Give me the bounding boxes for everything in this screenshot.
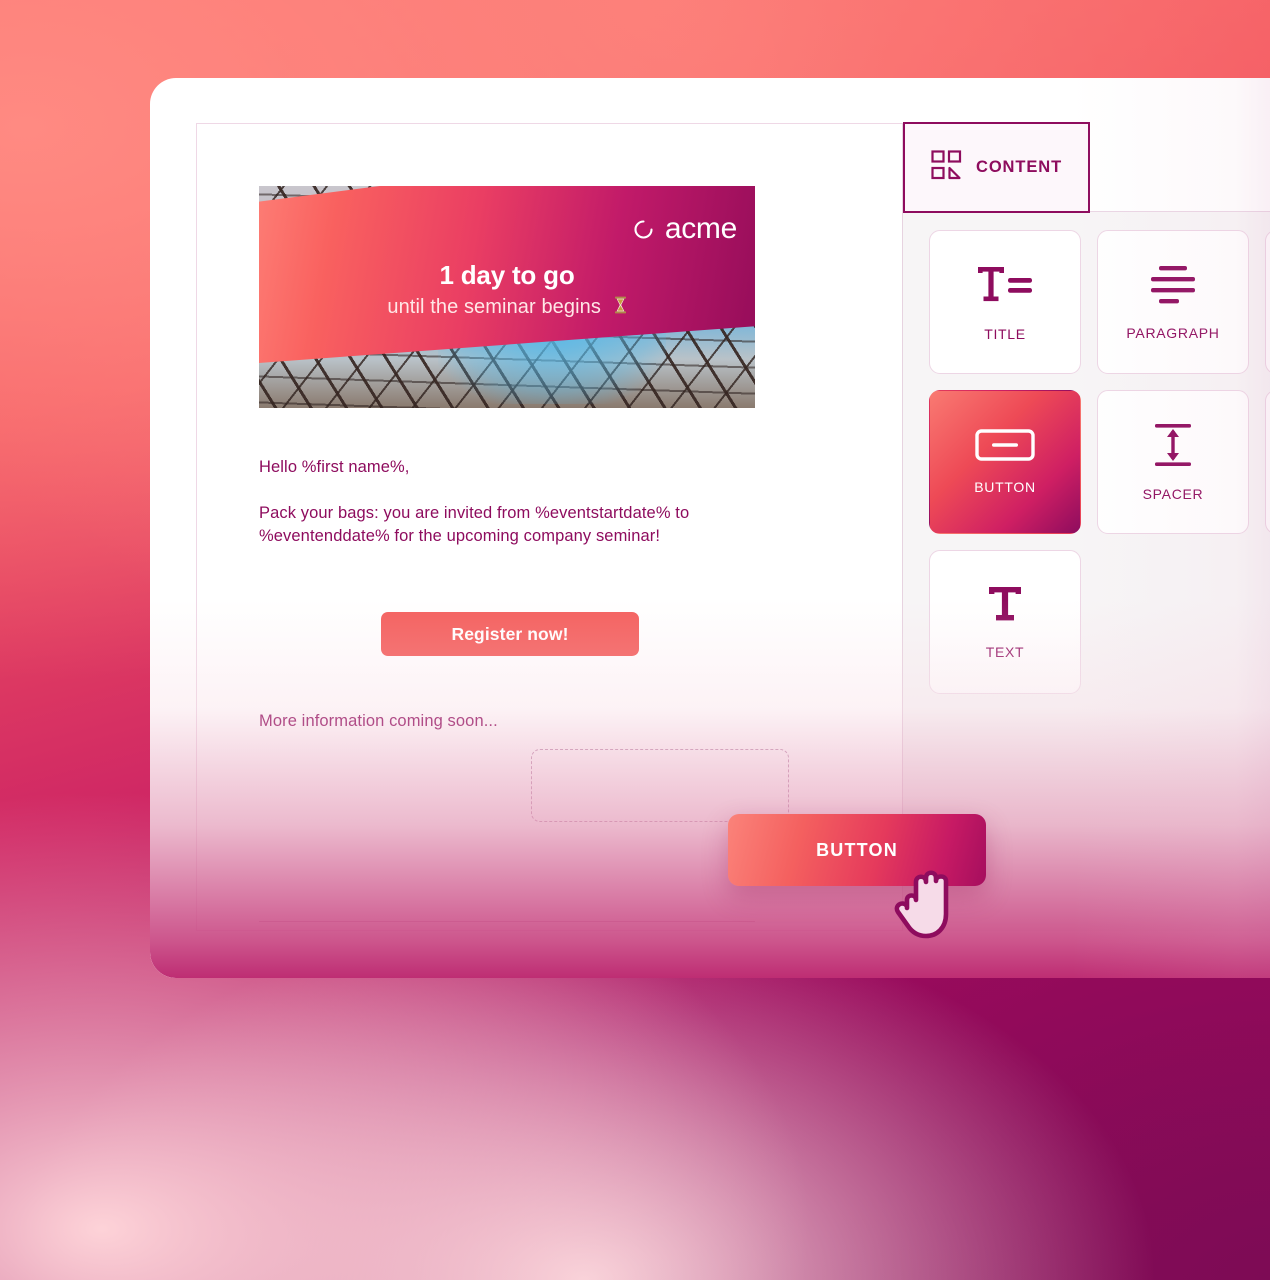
tab-content-label: CONTENT [976,158,1063,176]
tab-content[interactable]: CONTENT [903,122,1091,213]
block-tile-title[interactable]: TITLE [929,230,1081,374]
block-tile-title-label: TITLE [984,326,1026,342]
app-window: acme 1 day to go until the seminar begin… [150,78,1270,978]
spacer-icon [1153,422,1193,468]
email-divider [259,921,755,923]
content-block-tiles: TITLE PARAGRAPH BUTTON SPACER TEXT [929,230,1270,694]
content-blocks-panel: CONTENT TITLE PARAGRAPH BUTTON SPACER TE… [902,122,1270,931]
email-editor-canvas[interactable]: acme 1 day to go until the seminar begin… [196,123,902,931]
block-tile-button[interactable]: BUTTON [929,390,1081,534]
button-icon [975,429,1035,461]
email-banner-image[interactable]: acme 1 day to go until the seminar begin… [259,186,755,408]
block-tile-spacer[interactable]: SPACER [1097,390,1249,534]
banner-subheadline-text: until the seminar begins [387,296,601,318]
block-tile-social-media[interactable]: SOCIAL MEDIA [1265,390,1270,534]
panel-tabbar: CONTENT [903,122,1270,213]
banner-subheadline: until the seminar begins [259,296,755,320]
block-tile-button-label: BUTTON [974,479,1036,495]
grid-cursor-icon [931,149,962,186]
button-drop-placeholder[interactable]: BUTTON [531,749,789,822]
block-tile-image[interactable]: IMAGE [1265,230,1270,374]
hourglass-icon [614,296,627,320]
block-tile-paragraph[interactable]: PARAGRAPH [1097,230,1249,374]
tab-secondary[interactable] [1090,123,1270,212]
paragraph-icon [1148,263,1198,307]
banner-headline: 1 day to go [439,260,575,290]
acme-wordmark: acme [664,212,737,245]
email-closing-text[interactable]: More information coming soon... [259,710,498,733]
acme-logo: acme [631,212,737,246]
email-cta-button[interactable]: Register now! [381,612,639,656]
title-icon [975,262,1035,308]
acme-circle-mark-icon [631,217,656,242]
block-tile-paragraph-label: PARAGRAPH [1126,325,1220,341]
text-icon [985,584,1025,626]
block-tile-text-label: TEXT [985,644,1025,660]
email-greeting[interactable]: Hello %first name%, [259,456,409,479]
block-tile-spacer-label: SPACER [1142,486,1204,502]
email-paragraph[interactable]: Pack your bags: you are invited from %ev… [259,502,729,548]
block-tile-text[interactable]: TEXT [929,550,1081,694]
